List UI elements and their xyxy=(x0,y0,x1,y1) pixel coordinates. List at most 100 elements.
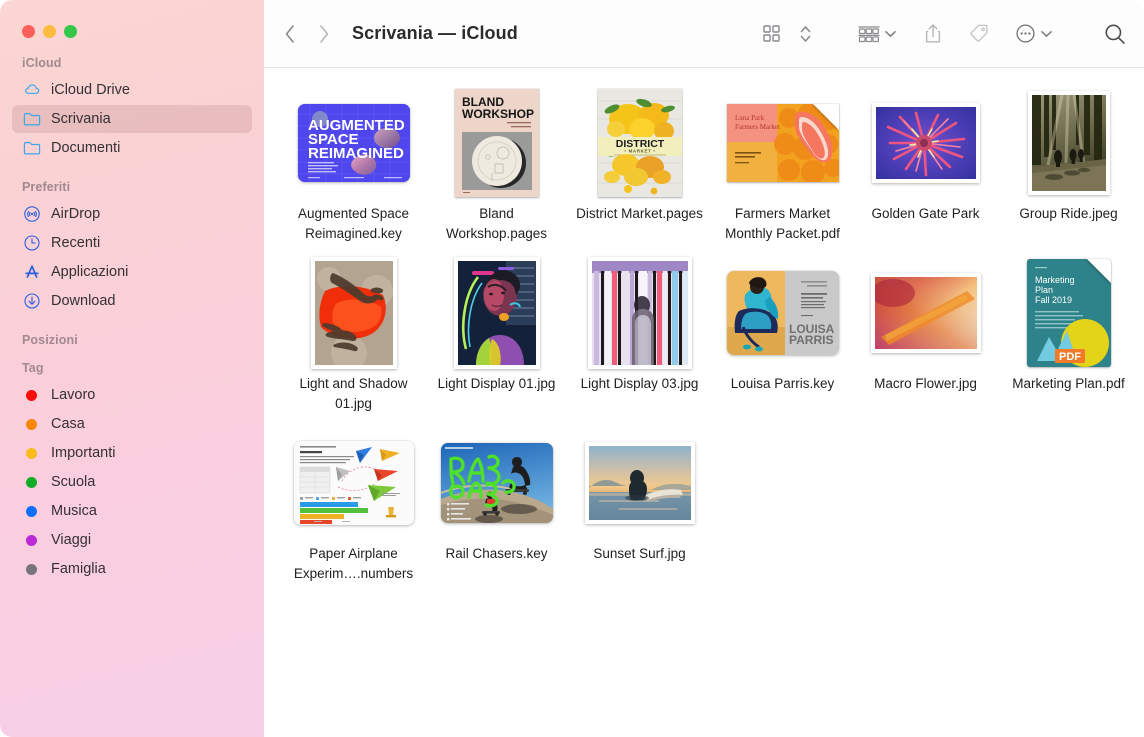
thumbnail: DISTRICT • MARKET • xyxy=(572,82,707,204)
sidebar-item-label: Applicazioni xyxy=(51,264,128,280)
minimize-button[interactable] xyxy=(43,25,56,38)
folder-icon xyxy=(22,139,41,158)
svg-text:PDF: PDF xyxy=(1059,351,1081,363)
file-grid: AUGMENTED SPACE REIMAGINED A xyxy=(274,82,1134,584)
sidebar-item-applicazioni[interactable]: Applicazioni xyxy=(12,258,252,286)
svg-text:PARRIS: PARRIS xyxy=(789,333,833,347)
thumbnail xyxy=(286,252,421,374)
sidebar-section-icloud: iCloud xyxy=(0,56,264,70)
sidebar-item-documenti[interactable]: Documenti xyxy=(12,134,252,162)
tag-dot-icon xyxy=(22,564,41,575)
appstore-icon xyxy=(22,263,41,282)
sidebar-section-preferiti: Preferiti xyxy=(0,180,264,194)
file-item[interactable]: BLAND WORKSHOP xyxy=(425,82,568,244)
file-item[interactable]: Luna Park Farmers Market Farmers Market … xyxy=(711,82,854,244)
zoom-button[interactable] xyxy=(64,25,77,38)
tag-icon[interactable] xyxy=(968,23,989,44)
thumbnail: Luna Park Farmers Market xyxy=(715,82,850,204)
file-name: Marketing Plan.pdf xyxy=(1012,374,1125,394)
sidebar-item-tag-musica[interactable]: Musica xyxy=(12,497,252,525)
file-item[interactable]: Light and Shadow 01.jpg xyxy=(282,252,425,414)
thumbnail xyxy=(572,422,707,544)
file-name: Sunset Surf.jpg xyxy=(593,544,685,564)
group-by-icon[interactable] xyxy=(858,25,880,43)
sidebar-item-label: iCloud Drive xyxy=(51,82,130,98)
file-item[interactable]: Paper Airplane Experim….numbers xyxy=(282,422,425,584)
file-item[interactable]: AUGMENTED SPACE REIMAGINED A xyxy=(282,82,425,244)
sidebar-item-recenti[interactable]: Recenti xyxy=(12,229,252,257)
tag-dot-icon xyxy=(22,390,41,401)
sidebar-item-label: Famiglia xyxy=(51,561,106,577)
file-name: Rail Chasers.key xyxy=(445,544,547,564)
svg-text:Farmers Market: Farmers Market xyxy=(735,123,780,131)
sidebar-item-tag-importanti[interactable]: Importanti xyxy=(12,439,252,467)
file-item[interactable]: Macro Flower.jpg xyxy=(854,252,997,414)
file-item[interactable]: Marketing Plan Fall 2019 xyxy=(997,252,1140,414)
svg-text:Plan: Plan xyxy=(1035,285,1053,295)
file-browser-content[interactable]: AUGMENTED SPACE REIMAGINED A xyxy=(264,68,1144,737)
window-controls xyxy=(0,0,264,38)
sidebar-item-label: Musica xyxy=(51,503,97,519)
file-name: Paper Airplane Experim….numbers xyxy=(285,544,423,584)
file-item[interactable]: Light Display 03.jpg xyxy=(568,252,711,414)
sidebar-item-label: Download xyxy=(51,293,116,309)
svg-text:Marketing: Marketing xyxy=(1035,275,1075,285)
file-name: Farmers Market Monthly Packet.pdf xyxy=(714,204,852,244)
page-title: Scrivania — iCloud xyxy=(352,23,518,44)
file-name: Light Display 01.jpg xyxy=(438,374,556,394)
thumbnail xyxy=(858,252,993,374)
share-icon[interactable] xyxy=(924,23,942,44)
tag-dot-icon xyxy=(22,535,41,546)
sort-stepper-icon[interactable] xyxy=(799,23,812,45)
close-button[interactable] xyxy=(22,25,35,38)
svg-text:WORKSHOP: WORKSHOP xyxy=(462,107,534,121)
sidebar-item-download[interactable]: Download xyxy=(12,287,252,315)
file-name: Louisa Parris.key xyxy=(731,374,835,394)
svg-text:Luna Park: Luna Park xyxy=(735,114,764,122)
clock-icon xyxy=(22,234,41,253)
file-item[interactable]: Rail Chasers.key xyxy=(425,422,568,584)
chevron-down-icon[interactable] xyxy=(885,30,896,38)
sidebar-section-posizioni: Posizioni xyxy=(0,333,264,347)
file-name: Light Display 03.jpg xyxy=(581,374,699,394)
sidebar-item-airdrop[interactable]: AirDrop xyxy=(12,200,252,228)
sidebar-item-tag-casa[interactable]: Casa xyxy=(12,410,252,438)
file-item[interactable]: DISTRICT • MARKET • xyxy=(568,82,711,244)
more-actions-icon[interactable] xyxy=(1015,23,1036,44)
sidebar: iCloud iCloud Drive Scrivania Documenti … xyxy=(0,0,264,737)
navigation-buttons xyxy=(284,24,330,44)
file-item[interactable]: Golden Gate Park xyxy=(854,82,997,244)
file-name: Augmented Space Reimagined.key xyxy=(285,204,423,244)
finder-window: iCloud iCloud Drive Scrivania Documenti … xyxy=(0,0,1144,737)
file-name: Light and Shadow 01.jpg xyxy=(285,374,423,414)
tag-dot-icon xyxy=(22,506,41,517)
chevron-down-icon[interactable] xyxy=(1041,30,1052,38)
sidebar-item-scrivania[interactable]: Scrivania xyxy=(12,105,252,133)
tag-dot-icon xyxy=(22,448,41,459)
sidebar-item-icloud-drive[interactable]: iCloud Drive xyxy=(12,76,252,104)
sidebar-item-tag-viaggi[interactable]: Viaggi xyxy=(12,526,252,554)
sidebar-item-label: Scuola xyxy=(51,474,95,490)
file-item[interactable]: Group Ride.jpeg xyxy=(997,82,1140,244)
search-icon[interactable] xyxy=(1104,23,1126,45)
svg-text:Fall 2019: Fall 2019 xyxy=(1035,295,1072,305)
cloud-icon xyxy=(22,81,41,100)
file-item[interactable]: Sunset Surf.jpg xyxy=(568,422,711,584)
tag-dot-icon xyxy=(22,477,41,488)
thumbnail xyxy=(1001,82,1136,204)
file-name: Bland Workshop.pages xyxy=(428,204,566,244)
main-area: Scrivania — iCloud xyxy=(264,0,1144,737)
thumbnail: Marketing Plan Fall 2019 xyxy=(1001,252,1136,374)
file-item[interactable]: Light Display 01.jpg xyxy=(425,252,568,414)
file-item[interactable]: LOUISA PARRIS Louisa Parris.key xyxy=(711,252,854,414)
back-button[interactable] xyxy=(284,24,296,44)
sidebar-item-tag-famiglia[interactable]: Famiglia xyxy=(12,555,252,583)
sidebar-item-tag-lavoro[interactable]: Lavoro xyxy=(12,381,252,409)
thumbnail xyxy=(286,422,421,544)
forward-button[interactable] xyxy=(318,24,330,44)
sidebar-item-tag-scuola[interactable]: Scuola xyxy=(12,468,252,496)
sidebar-item-label: Recenti xyxy=(51,235,100,251)
sidebar-item-label: Casa xyxy=(51,416,85,432)
icon-view-grid-icon[interactable] xyxy=(763,25,780,42)
sidebar-item-label: Lavoro xyxy=(51,387,95,403)
